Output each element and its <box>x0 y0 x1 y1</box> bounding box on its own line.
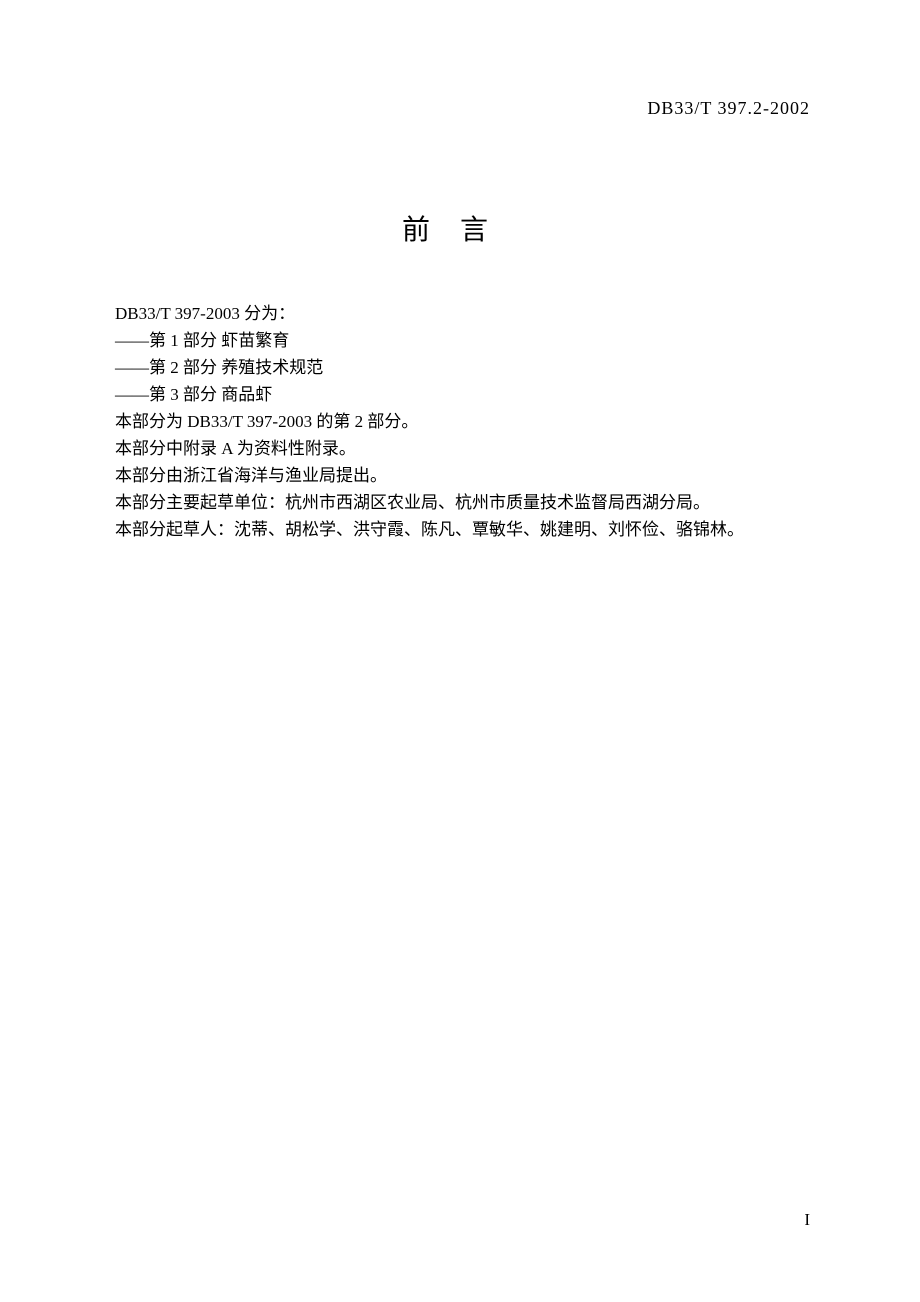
body-line: 本部分中附录 A 为资料性附录。 <box>115 435 810 462</box>
preface-content: DB33/T 397-2003 分为： ——第 1 部分 虾苗繁育 ——第 2 … <box>115 300 810 543</box>
body-line: 本部分主要起草单位：杭州市西湖区农业局、杭州市质量技术监督局西湖分局。 <box>115 489 810 516</box>
part-item: ——第 2 部分 养殖技术规范 <box>115 354 810 381</box>
page-title: 前言 <box>0 208 920 248</box>
page-number: I <box>804 1210 810 1230</box>
standard-code-header: DB33/T 397.2-2002 <box>647 98 810 119</box>
body-line: 本部分为 DB33/T 397-2003 的第 2 部分。 <box>115 408 810 435</box>
part-item: ——第 1 部分 虾苗繁育 <box>115 327 810 354</box>
body-line: 本部分起草人：沈蒂、胡松学、洪守霞、陈凡、覃敏华、姚建明、刘怀俭、骆锦林。 <box>115 516 810 543</box>
body-line: 本部分由浙江省海洋与渔业局提出。 <box>115 462 810 489</box>
part-item: ——第 3 部分 商品虾 <box>115 381 810 408</box>
intro-line: DB33/T 397-2003 分为： <box>115 300 810 327</box>
